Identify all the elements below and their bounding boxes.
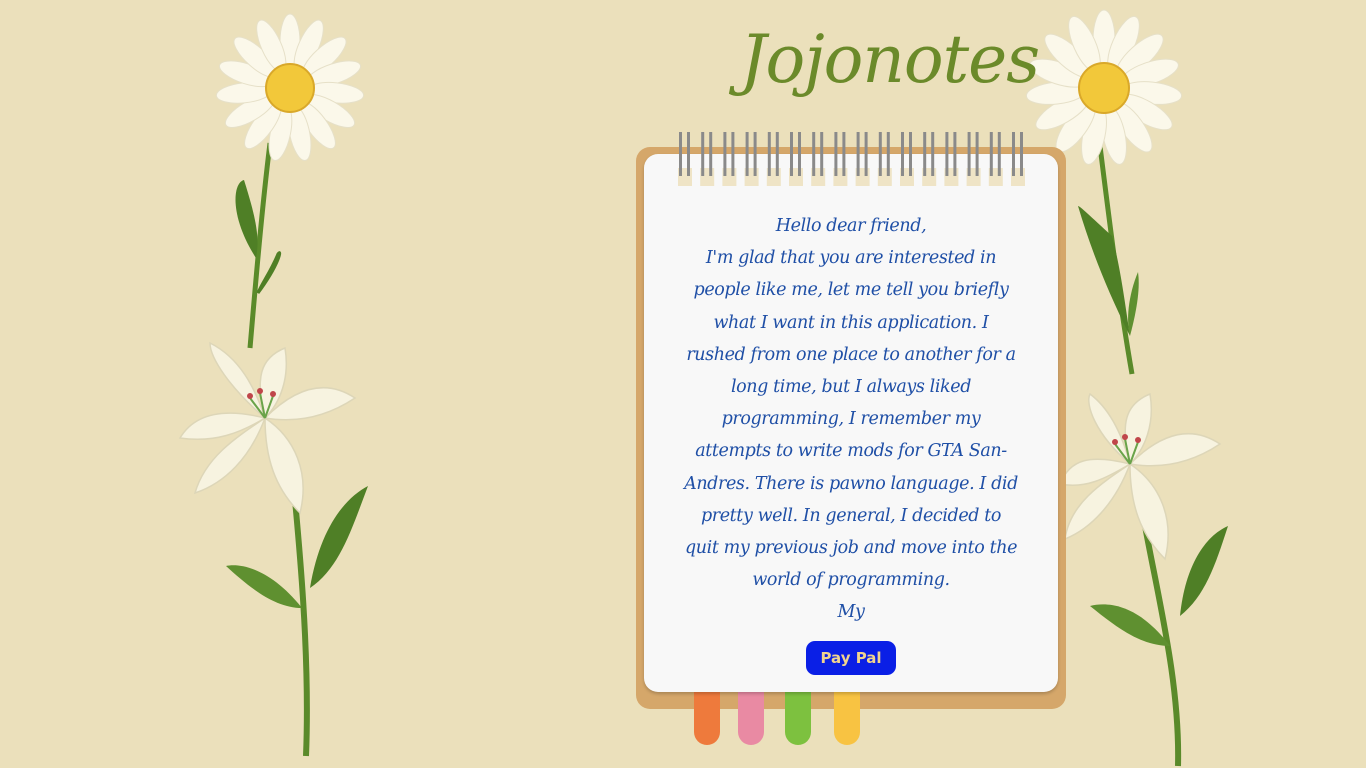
paypal-button[interactable]: Pay Pal [806,641,896,675]
spiral-binding-icon [678,132,1025,186]
left-flowers-icon [178,13,368,757]
bookmark-tab-yellow [834,687,860,745]
note-line: world of programming. [752,570,950,591]
bookmark-tab-orange [694,687,720,745]
note-line: programming, I remember my [721,409,981,430]
bookmark-tab-pink [738,687,764,745]
note-line: long time, but I always liked [730,377,972,398]
note-line: I'm glad that you are interested in [705,248,997,269]
note-line: people like me, let me tell you briefly [693,280,1009,301]
paypal-button-label: Pay Pal [820,649,882,667]
note-line: rushed from one place to another for a [686,344,1016,365]
notebook-card: Hello dear friend, I'm glad that you are… [636,132,1068,748]
note-line: Hello dear friend, [775,216,927,236]
note-line: what I want in this application. I [713,312,989,333]
note-line: pretty well. In general, I decided to [700,505,1002,526]
app-page: Jojonotes Hello dear friend, I'm glad th… [0,0,1366,768]
app-title: Jojonotes [740,21,1040,98]
note-line: My [837,602,865,623]
note-line: quit my previous job and move into the [684,538,1018,559]
note-line: attempts to write mods for GTA San- [695,441,1007,462]
note-line: Andres. There is pawno language. I did [684,473,1018,494]
bookmark-tab-green [785,687,811,745]
note-text: Hello dear friend, I'm glad that you are… [678,210,1024,630]
